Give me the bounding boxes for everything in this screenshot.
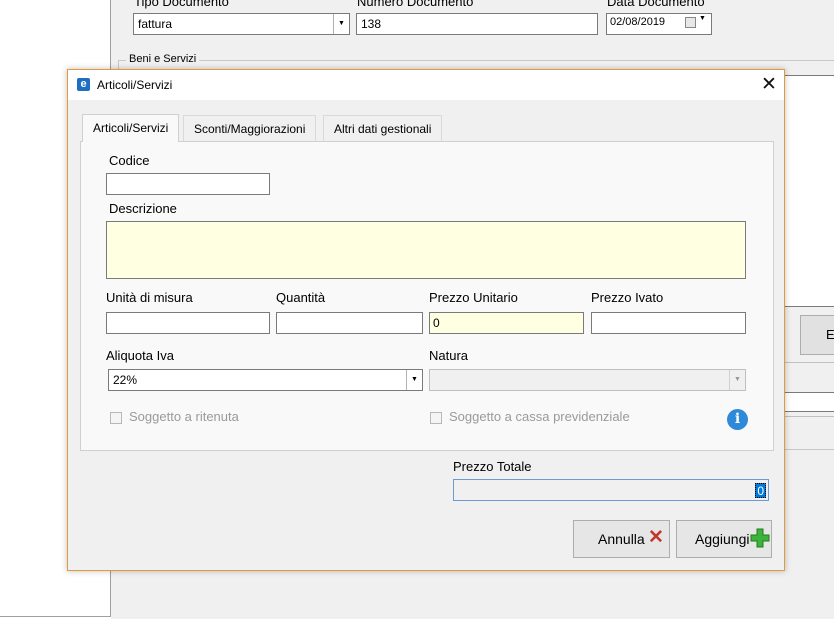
close-icon: ✕	[761, 74, 777, 95]
beni-servizi-label: Beni e Servizi	[126, 53, 200, 65]
data-documento-picker[interactable]: 02/08/2019 ▼	[606, 13, 712, 35]
chevron-down-icon[interactable]: ▼	[333, 14, 349, 34]
background-strip	[784, 362, 834, 390]
natura-label: Natura	[429, 348, 469, 363]
background-strip	[784, 416, 834, 446]
tipo-documento-select[interactable]: fattura ▼	[133, 13, 350, 35]
close-button[interactable]: ✕	[756, 72, 782, 98]
aggiungi-button-label: Aggiungi	[695, 531, 750, 547]
annulla-button-label: Annulla	[598, 531, 645, 547]
app-logo-icon: e	[77, 78, 90, 91]
prezzo-ivato-label: Prezzo Ivato	[591, 290, 664, 305]
natura-select: ▼	[429, 369, 746, 391]
tipo-documento-value: fattura	[138, 17, 173, 31]
aliquota-iva-select[interactable]: 22% ▼	[108, 369, 423, 391]
quantita-label: Quantità	[276, 290, 326, 305]
prezzo-ivato-input[interactable]	[591, 312, 746, 334]
unita-misura-label: Unità di misura	[106, 290, 193, 305]
aggiungi-button[interactable]: Aggiungi	[676, 520, 772, 558]
tab-altri-dati-gestionali[interactable]: Altri dati gestionali	[323, 115, 443, 142]
tab-panel: Codice Descrizione Unità di misura Quant…	[80, 141, 774, 451]
calendar-icon[interactable]	[685, 17, 696, 28]
articoli-servizi-dialog: e Articoli/Servizi ✕ Articoli/Servizi Sc…	[67, 69, 785, 571]
background-side-button[interactable]: E	[800, 315, 834, 355]
ritenuta-checkbox	[110, 412, 122, 424]
numero-documento-input[interactable]: 138	[356, 13, 598, 35]
chevron-down-icon[interactable]: ▼	[406, 370, 422, 390]
chevron-down-icon: ▼	[729, 370, 745, 390]
tipo-documento-label: Tipo Documento	[134, 0, 229, 9]
chevron-down-icon[interactable]: ▼	[699, 15, 706, 22]
tab-articoli-servizi[interactable]: Articoli/Servizi	[82, 114, 180, 142]
cassa-previdenziale-label: Soggetto a cassa previdenziale	[449, 409, 630, 424]
info-icon[interactable]: i	[727, 409, 748, 430]
dialog-titlebar: e Articoli/Servizi ✕	[68, 70, 784, 100]
ritenuta-label: Soggetto a ritenuta	[129, 409, 239, 424]
codice-label: Codice	[109, 153, 150, 168]
numero-documento-label: Numero Documento	[357, 0, 474, 9]
descrizione-textarea[interactable]	[106, 221, 746, 279]
descrizione-label: Descrizione	[109, 201, 177, 216]
codice-input[interactable]	[106, 173, 270, 195]
aliquota-iva-label: Aliquota Iva	[106, 348, 174, 363]
background-field	[784, 392, 834, 412]
add-plus-icon	[750, 528, 770, 548]
background-grid-panel	[784, 75, 834, 307]
prezzo-totale-label: Prezzo Totale	[453, 459, 532, 474]
annulla-button[interactable]: Annulla ✕	[573, 520, 670, 558]
data-documento-label: Data Documento	[607, 0, 705, 9]
prezzo-unitario-label: Prezzo Unitario	[429, 290, 518, 305]
quantita-input[interactable]	[276, 312, 423, 334]
background-side-button-label: E	[826, 327, 834, 342]
cancel-x-icon: ✕	[648, 527, 664, 548]
prezzo-unitario-input[interactable]: 0	[429, 312, 584, 334]
aliquota-iva-value: 22%	[113, 373, 138, 387]
cassa-previdenziale-checkbox	[430, 412, 442, 424]
dialog-title: Articoli/Servizi	[97, 78, 173, 92]
unita-misura-input[interactable]	[106, 312, 270, 334]
tab-sconti-maggiorazioni[interactable]: Sconti/Maggiorazioni	[183, 115, 317, 142]
prezzo-totale-value: 0	[755, 483, 766, 498]
data-documento-value: 02/08/2019	[610, 16, 666, 28]
prezzo-totale-field[interactable]: 0	[453, 479, 769, 501]
